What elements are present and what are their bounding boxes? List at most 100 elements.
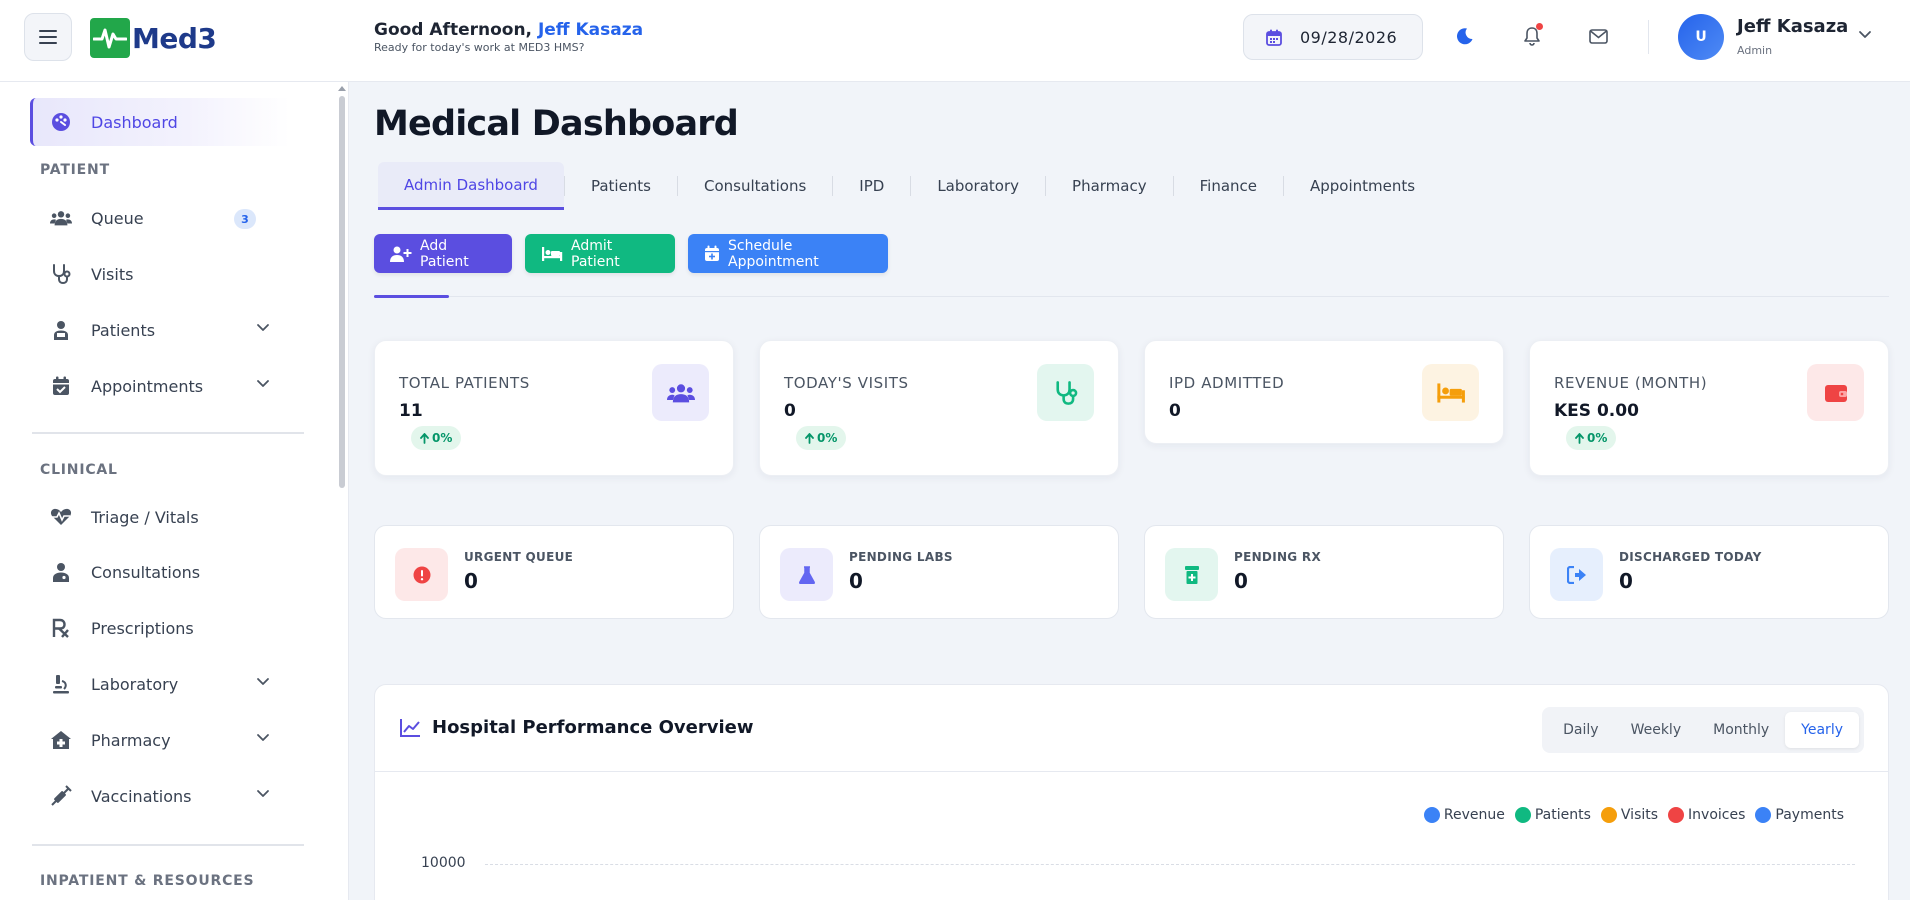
- sidebar-divider: [32, 432, 304, 434]
- stethoscope-icon: [50, 263, 72, 285]
- tab-laboratory[interactable]: Laboratory: [911, 162, 1045, 210]
- tab-appointments[interactable]: Appointments: [1284, 162, 1441, 210]
- logo[interactable]: Med3: [90, 18, 217, 58]
- doctor-icon: [50, 561, 72, 583]
- legend-item-invoices[interactable]: Invoices: [1668, 807, 1745, 823]
- tab-pharmacy[interactable]: Pharmacy: [1046, 162, 1173, 210]
- calendar-icon: [1266, 29, 1282, 46]
- legend-item-patients[interactable]: Patients: [1514, 807, 1591, 823]
- stat-delta-badge: 0%: [1566, 426, 1617, 450]
- exclamation-circle-icon: [395, 548, 448, 601]
- user-role: Admin: [1737, 44, 1773, 57]
- palette-icon: [50, 111, 72, 133]
- top-bar: Med3 Good Afternoon, Jeff Kasaza Ready f…: [0, 0, 1910, 82]
- sidebar-item-label: Laboratory: [91, 674, 179, 694]
- greeting-text: Good Afternoon,: [374, 20, 538, 40]
- syringe-icon: [50, 785, 72, 807]
- heartbeat-icon: [50, 506, 72, 528]
- dark-mode-toggle[interactable]: [1453, 24, 1477, 48]
- schedule-appointment-button[interactable]: Schedule Appointment: [688, 234, 888, 273]
- admit-patient-button[interactable]: Admit Patient: [525, 234, 675, 273]
- queue-count-badge: 3: [234, 209, 256, 229]
- sidebar-item-prescriptions[interactable]: Prescriptions: [30, 604, 290, 652]
- user-plus-icon: [390, 246, 412, 262]
- tab-consultations[interactable]: Consultations: [678, 162, 832, 210]
- tab-patients[interactable]: Patients: [565, 162, 677, 210]
- date-value: 09/28/2026: [1300, 27, 1398, 47]
- mini-stat-value: 0: [1234, 569, 1248, 593]
- stat-delta-badge: 0%: [411, 426, 462, 450]
- notifications-button[interactable]: [1520, 23, 1544, 48]
- sidebar-item-pharmacy[interactable]: Pharmacy: [30, 716, 290, 764]
- scroll-up-arrow-icon[interactable]: [338, 86, 346, 91]
- section-label-inpatient: INPATIENT & RESOURCES: [40, 873, 255, 889]
- header-divider: [1648, 20, 1649, 54]
- arrow-up-icon: [805, 432, 814, 444]
- period-monthly-button[interactable]: Monthly: [1697, 712, 1785, 748]
- sidebar-item-patients[interactable]: Patients: [30, 306, 290, 354]
- sidebar-item-visits[interactable]: Visits: [30, 250, 290, 298]
- sidebar-scrollbar-thumb[interactable]: [339, 96, 345, 488]
- users-icon: [50, 207, 72, 229]
- legend-item-revenue[interactable]: Revenue: [1423, 807, 1505, 823]
- legend-dot: [1423, 807, 1440, 823]
- bed-icon: [1422, 364, 1479, 421]
- sidebar-item-label: Visits: [91, 264, 134, 284]
- y-axis-tick-label: 10000: [421, 855, 466, 871]
- calendar-check-icon: [50, 375, 72, 397]
- sidebar-item-queue[interactable]: Queue 3: [30, 194, 290, 242]
- period-yearly-button[interactable]: Yearly: [1785, 712, 1859, 748]
- mini-card-urgent-queue: URGENT QUEUE 0: [374, 525, 734, 619]
- stat-title: TOTAL PATIENTS: [399, 374, 530, 392]
- admit-patient-label: Admit Patient: [571, 237, 620, 270]
- logo-text: Med3: [132, 21, 217, 55]
- mini-stat-title: URGENT QUEUE: [464, 550, 574, 564]
- microscope-icon: [50, 673, 72, 695]
- flask-icon: [780, 548, 833, 601]
- stat-card-total-patients: TOTAL PATIENTS 11 0%: [374, 340, 734, 476]
- date-picker[interactable]: 09/28/2026: [1243, 14, 1423, 60]
- stat-title: REVENUE (MONTH): [1554, 374, 1708, 392]
- mini-stat-value: 0: [1619, 569, 1633, 593]
- sidebar-item-label: Dashboard: [91, 112, 178, 132]
- stat-title: TODAY'S VISITS: [784, 374, 909, 392]
- tab-admin-dashboard[interactable]: Admin Dashboard: [378, 162, 564, 210]
- performance-title: Hospital Performance Overview: [432, 717, 754, 738]
- sidebar-item-label: Consultations: [91, 562, 201, 582]
- mini-stat-value: 0: [464, 569, 478, 593]
- chevron-down-icon: [256, 379, 270, 388]
- avatar[interactable]: U: [1678, 14, 1724, 60]
- period-weekly-button[interactable]: Weekly: [1615, 712, 1698, 748]
- sidebar-item-vaccinations[interactable]: Vaccinations: [30, 772, 290, 820]
- moon-icon: [1456, 27, 1474, 45]
- chart-gridline: [485, 864, 1855, 865]
- sidebar-item-triage[interactable]: Triage / Vitals: [30, 493, 290, 541]
- legend-label: Revenue: [1443, 807, 1505, 823]
- chevron-down-icon: [256, 733, 270, 742]
- sidebar-item-dashboard[interactable]: Dashboard: [30, 98, 290, 146]
- period-daily-button[interactable]: Daily: [1547, 712, 1614, 748]
- stat-card-revenue-month: REVENUE (MONTH) KES 0.00 0%: [1529, 340, 1889, 476]
- sidebar-item-laboratory[interactable]: Laboratory: [30, 660, 290, 708]
- performance-header: Hospital Performance Overview Daily Week…: [375, 685, 1888, 772]
- chevron-down-icon[interactable]: [1858, 30, 1872, 39]
- messages-button[interactable]: [1586, 24, 1610, 48]
- user-name[interactable]: Jeff Kasaza: [1737, 16, 1848, 37]
- tab-finance[interactable]: Finance: [1174, 162, 1283, 210]
- add-patient-button[interactable]: Add Patient: [374, 234, 512, 273]
- legend-item-payments[interactable]: Payments: [1755, 807, 1844, 823]
- section-label-clinical: CLINICAL: [40, 462, 118, 478]
- patient-icon: [50, 319, 72, 341]
- tab-ipd[interactable]: IPD: [833, 162, 910, 210]
- sidebar-item-consultations[interactable]: Consultations: [30, 548, 290, 596]
- chevron-down-icon: [256, 677, 270, 686]
- legend-item-visits[interactable]: Visits: [1600, 807, 1658, 823]
- menu-toggle-button[interactable]: [24, 13, 72, 61]
- add-patient-label: Add Patient: [420, 237, 469, 270]
- mini-card-pending-labs: PENDING LABS 0: [759, 525, 1119, 619]
- arrow-up-icon: [420, 432, 429, 444]
- sidebar-item-appointments[interactable]: Appointments: [30, 362, 290, 410]
- legend-dot: [1600, 807, 1617, 823]
- mini-stat-value: 0: [849, 569, 863, 593]
- greeting: Good Afternoon, Jeff Kasaza Ready for to…: [374, 20, 643, 54]
